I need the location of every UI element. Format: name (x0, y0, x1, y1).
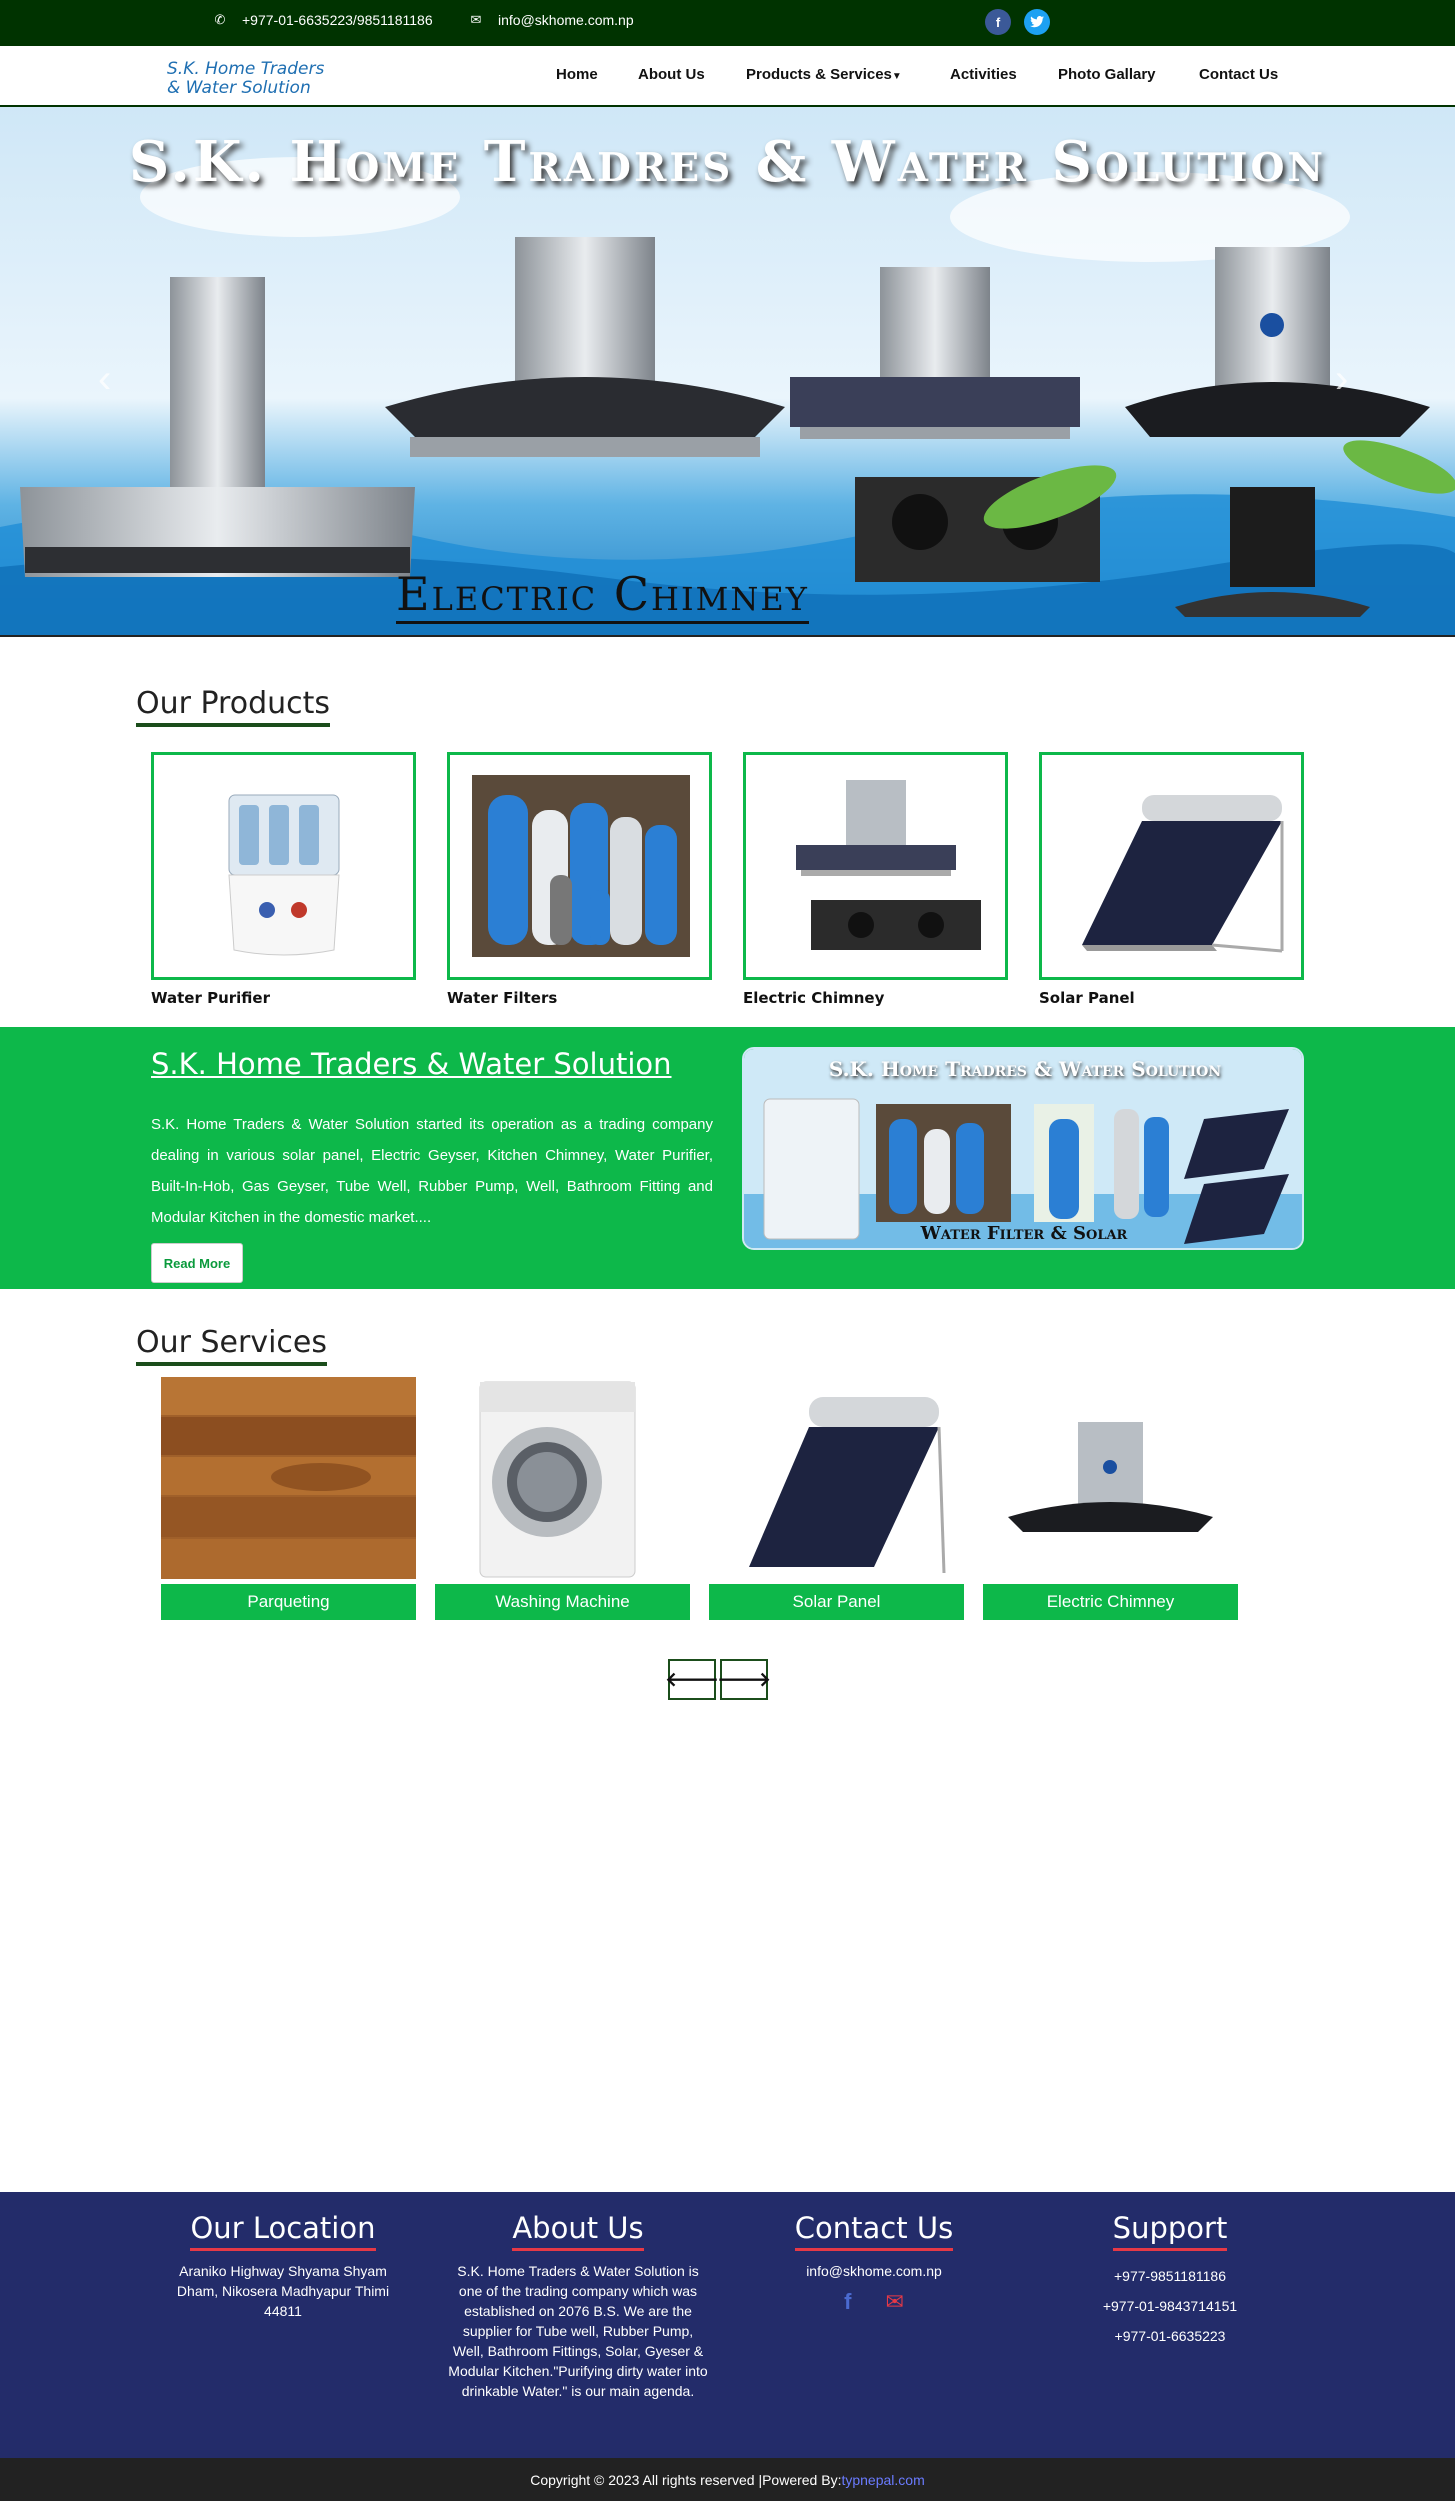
phone-contact: ✆ +977-01-6635223/9851181186 (212, 12, 433, 28)
support-phone[interactable]: +977-9851181186 (1025, 2261, 1315, 2291)
products-section-title: Our Products (136, 686, 331, 727)
service-card-parqueting[interactable]: Parqueting (161, 1377, 416, 1620)
nav-contact-us[interactable]: Contact Us (1199, 66, 1278, 83)
service-card-washing-machine[interactable]: Washing Machine (435, 1377, 690, 1620)
facebook-icon[interactable]: f (985, 9, 1011, 35)
service-caption: Solar Panel (709, 1584, 964, 1620)
top-bar: ✆ +977-01-6635223/9851181186 ✉ info@skho… (0, 0, 1455, 46)
nav-about-us[interactable]: About Us (638, 66, 705, 83)
product-label[interactable]: Water Filters (447, 989, 557, 1007)
service-card-electric-chimney[interactable]: Electric Chimney (983, 1377, 1238, 1620)
hero-subtitle: Electric Chimney (396, 567, 809, 624)
site-footer: Our Location Araniko Highway Shyama Shya… (0, 2192, 1455, 2458)
phone-icon: ✆ (214, 12, 226, 27)
water-purifier-image (228, 794, 340, 956)
copyright-bar: Copyright © 2023 All rights reserved |Po… (0, 2458, 1455, 2501)
logo-line-2: & Water Solution (167, 78, 311, 98)
service-card-solar-panel[interactable]: Solar Panel (709, 1377, 964, 1620)
footer-support-title: Support (1112, 2210, 1228, 2251)
product-card-electric-chimney[interactable] (743, 752, 1008, 980)
footer-location: Our Location Araniko Highway Shyama Shya… (138, 2210, 428, 2321)
solar-panel-image (1082, 795, 1284, 953)
footer-about-text: S.K. Home Traders & Water Solution is on… (448, 2263, 708, 2399)
footer-about-title: About Us (512, 2210, 644, 2251)
product-label[interactable]: Solar Panel (1039, 989, 1135, 1007)
support-phone[interactable]: +977-01-6635223 (1025, 2321, 1315, 2351)
about-image-title: S.K. Home Tradres & Water Solution (828, 1057, 1222, 1081)
slider-next-icon[interactable]: › (1335, 357, 1348, 402)
slider-prev-icon[interactable]: ‹ (98, 357, 111, 402)
title-underline (136, 1362, 328, 1366)
service-caption: Electric Chimney (983, 1584, 1238, 1620)
chimney-service-image (983, 1377, 1238, 1579)
footer-about: About Us S.K. Home Traders & Water Solut… (433, 2210, 723, 2401)
email-text[interactable]: info@skhome.com.np (498, 12, 634, 28)
arrow-right-icon[interactable]: 🡒 (717, 1659, 771, 1700)
nav-activities[interactable]: Activities (950, 66, 1017, 83)
product-card-solar-panel[interactable] (1039, 752, 1304, 980)
about-title: S.K. Home Traders & Water Solution (151, 1047, 672, 1081)
site-logo[interactable]: S.K. Home Traders & Water Solution (167, 60, 324, 98)
footer-contact-title: Contact Us (794, 2210, 954, 2251)
solar-panel-service-image (709, 1377, 964, 1579)
footer-support: Support +977-9851181186 +977-01-98437141… (1025, 2210, 1315, 2351)
about-text: S.K. Home Traders & Water Solution start… (151, 1116, 713, 1226)
phone-text: +977-01-6635223/9851181186 (242, 12, 433, 28)
products-title-text: Our Products (136, 686, 331, 721)
main-navbar: S.K. Home Traders & Water Solution Home … (0, 46, 1455, 107)
about-section: S.K. Home Traders & Water Solution S.K. … (0, 1027, 1455, 1289)
about-image-caption: Water Filter & Solar (920, 1223, 1128, 1244)
powered-by-link[interactable]: typnepal.com (841, 2472, 924, 2488)
water-filters-image (472, 775, 690, 957)
services-title-text: Our Services (136, 1325, 328, 1360)
product-card-water-filters[interactable] (447, 752, 712, 980)
nav-products-services[interactable]: Products & Services▼ (746, 66, 902, 83)
parqueting-image (161, 1377, 416, 1579)
email-contact[interactable]: ✉ info@skhome.com.np (468, 12, 634, 28)
electric-chimney-image (796, 780, 981, 950)
footer-location-text: Araniko Highway Shyama Shyam Dham, Nikos… (176, 2263, 390, 2319)
about-banner-image: S.K. Home Tradres & Water Solution Water… (742, 1047, 1304, 1250)
facebook-icon[interactable]: f (844, 2289, 851, 2315)
washing-machine-image (435, 1377, 690, 1579)
copyright-text: Copyright © 2023 All rights reserved |Po… (530, 2471, 842, 2488)
nav-photo-gallary[interactable]: Photo Gallary (1058, 66, 1156, 83)
arrow-left-icon[interactable]: 🡐 (665, 1659, 719, 1700)
logo-line-1: S.K. Home Traders (167, 59, 325, 79)
read-more-button[interactable]: Read More (151, 1243, 243, 1283)
product-card-water-purifier[interactable] (151, 752, 416, 980)
product-label[interactable]: Electric Chimney (743, 989, 884, 1007)
services-section-title: Our Services (136, 1325, 328, 1366)
footer-support-phones: +977-9851181186 +977-01-9843714151 +977-… (1025, 2261, 1315, 2351)
nav-products-label: Products & Services (746, 66, 892, 83)
caret-down-icon: ▼ (891, 71, 902, 82)
hero-slider: S.K. Home Tradres & Water Solution Elect… (0, 107, 1455, 637)
footer-location-title: Our Location (190, 2210, 376, 2251)
twitter-icon[interactable] (1024, 9, 1050, 35)
footer-contact: Contact Us info@skhome.com.np f ✉ (729, 2210, 1019, 2315)
footer-contact-email[interactable]: info@skhome.com.np (729, 2261, 1019, 2281)
title-underline (136, 723, 331, 727)
envelope-icon[interactable]: ✉ (885, 2289, 903, 2315)
envelope-icon: ✉ (470, 12, 482, 27)
hero-title: S.K. Home Tradres & Water Solution (128, 129, 1327, 195)
service-caption: Parqueting (161, 1584, 416, 1620)
service-caption: Washing Machine (435, 1584, 690, 1620)
support-phone[interactable]: +977-01-9843714151 (1025, 2291, 1315, 2321)
nav-home[interactable]: Home (556, 66, 598, 83)
product-label[interactable]: Water Purifier (151, 989, 270, 1007)
footer-social-row: f ✉ (729, 2289, 1019, 2315)
